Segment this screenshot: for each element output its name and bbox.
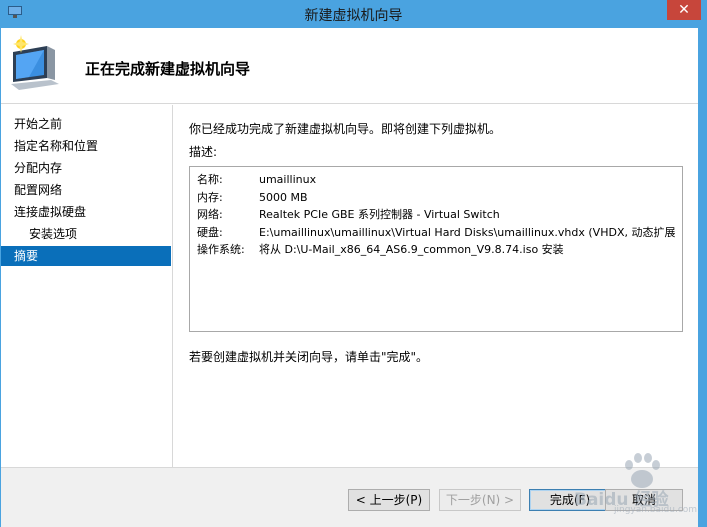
new-vm-wizard-icon [11, 35, 59, 90]
nav-item-summary[interactable]: 摘要 [1, 246, 171, 266]
wizard-window: 新建虚拟机向导 ✕ 正在完成新建虚拟机向导 开始之前 指定名称和位置 分配内存 … [0, 0, 707, 527]
summary-row: 硬盘: E:\umaillinux\umaillinux\Virtual Har… [197, 224, 675, 242]
window-title: 新建虚拟机向导 [304, 8, 403, 24]
nav-item-install-options[interactable]: 安装选项 [1, 224, 171, 244]
nav-item-virtual-disk[interactable]: 连接虚拟硬盘 [1, 202, 171, 222]
summary-key: 内存: [197, 190, 223, 204]
finish-hint-text: 若要创建虚拟机并关闭向导，请单击"完成"。 [189, 350, 429, 364]
button-bar: < 上一步(P) 下一步(N) > 完成(F) 取消 Baidu 经验 jing… [1, 453, 698, 527]
wizard-client-area: 正在完成新建虚拟机向导 开始之前 指定名称和位置 分配内存 配置网络 连接虚拟硬… [1, 28, 698, 527]
cancel-button[interactable]: 取消 [605, 489, 683, 511]
summary-value: 5000 MB [259, 190, 308, 204]
next-button[interactable]: 下一步(N) > [439, 489, 521, 511]
page-title: 正在完成新建虚拟机向导 [85, 60, 251, 78]
summary-key: 名称: [197, 173, 223, 186]
summary-value: Realtek PCIe GBE 系列控制器 - Virtual Switch [259, 208, 500, 221]
summary-textbox[interactable]: 名称: umaillinux 内存: 5000 MB 网络: Realtek P… [189, 166, 683, 332]
summary-key: 硬盘: [197, 225, 223, 239]
summary-row: 内存: 5000 MB [197, 189, 675, 207]
nav-item-before-you-begin[interactable]: 开始之前 [1, 114, 171, 134]
summary-value: E:\umaillinux\umaillinux\Virtual Hard Di… [259, 225, 675, 239]
summary-row: 网络: Realtek PCIe GBE 系列控制器 - Virtual Swi… [197, 206, 675, 224]
close-button[interactable]: ✕ [667, 0, 701, 20]
description-label: 描述: [189, 145, 218, 159]
wizard-nav: 开始之前 指定名称和位置 分配内存 配置网络 连接虚拟硬盘 安装选项 摘要 [1, 105, 173, 467]
paw-logo-icon [625, 453, 660, 488]
intro-text: 你已经成功完成了新建虚拟机向导。即将创建下列虚拟机。 [189, 122, 502, 136]
summary-row: 操作系统: 将从 D:\U-Mail_x86_64_AS6.9_common_V… [197, 241, 675, 259]
wizard-header: 正在完成新建虚拟机向导 [1, 28, 698, 104]
summary-value: 将从 D:\U-Mail_x86_64_AS6.9_common_V9.8.74… [259, 243, 564, 256]
summary-key: 网络: [197, 208, 223, 221]
nav-item-memory[interactable]: 分配内存 [1, 158, 171, 178]
summary-key: 操作系统: [197, 243, 245, 256]
summary-value: umaillinux [259, 173, 317, 186]
previous-button[interactable]: < 上一步(P) [348, 489, 430, 511]
finish-button[interactable]: 完成(F) [529, 489, 611, 511]
close-icon: ✕ [678, 2, 690, 18]
nav-item-name-location[interactable]: 指定名称和位置 [1, 136, 171, 156]
summary-row: 名称: umaillinux [197, 171, 675, 189]
title-bar[interactable]: 新建虚拟机向导 ✕ [0, 0, 707, 28]
nav-item-network[interactable]: 配置网络 [1, 180, 171, 200]
